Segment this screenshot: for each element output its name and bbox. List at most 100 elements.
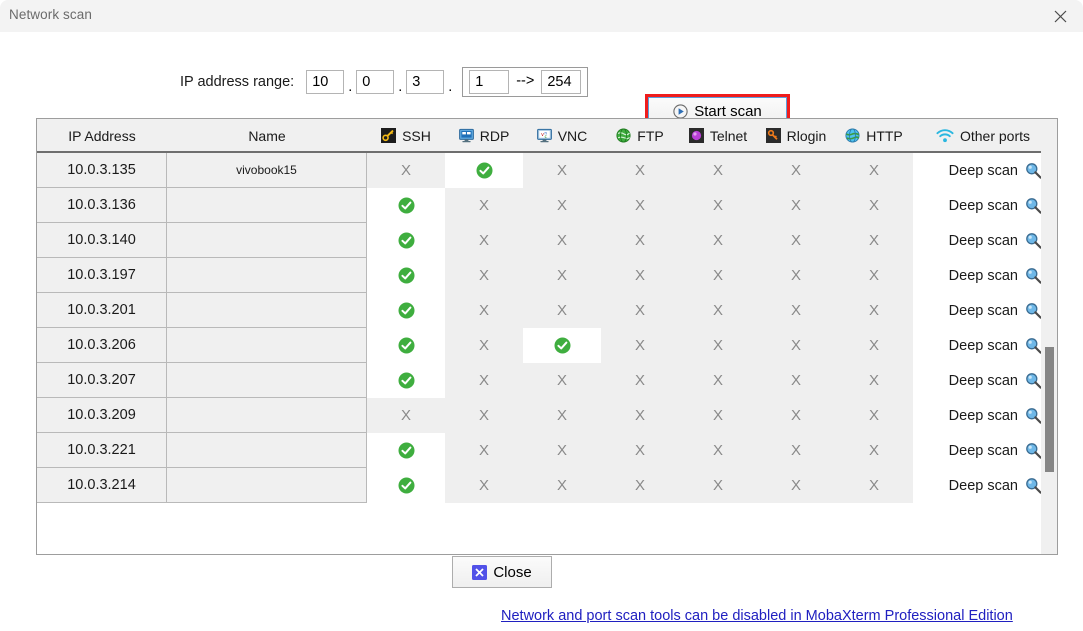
cell-rlogin-status[interactable]: X (757, 258, 835, 293)
cell-ftp-status[interactable]: X (601, 153, 679, 188)
cell-http-status[interactable]: X (835, 468, 913, 503)
cell-telnet-status[interactable]: X (679, 328, 757, 363)
cell-telnet-status[interactable]: X (679, 293, 757, 328)
deep-scan-button[interactable]: Deep scan (913, 293, 1053, 328)
table-row[interactable]: 10.0.3.214XXXXXXXDeep scan (37, 468, 1057, 503)
ip-range-start-input[interactable] (469, 70, 510, 94)
window-close-button[interactable] (1037, 0, 1083, 32)
column-header-other[interactable]: Other ports (913, 119, 1053, 152)
cell-rlogin-status[interactable]: X (757, 363, 835, 398)
column-header-telnet[interactable]: Telnet (679, 119, 757, 152)
deep-scan-button[interactable]: Deep scan (913, 223, 1053, 258)
cell-telnet-status[interactable]: X (679, 153, 757, 188)
table-row[interactable]: 10.0.3.135vivobook15XXXXXXXDeep scan (37, 153, 1057, 188)
table-row[interactable]: 10.0.3.206XXXXXXDeep scan (37, 328, 1057, 363)
cell-vnc-status[interactable]: X (523, 363, 601, 398)
cell-ftp-status[interactable]: X (601, 328, 679, 363)
cell-http-status[interactable]: X (835, 363, 913, 398)
cell-ftp-status[interactable]: X (601, 258, 679, 293)
cell-vnc-status[interactable]: X (523, 153, 601, 188)
column-header-rdp[interactable]: RDP (445, 119, 523, 152)
cell-vnc-status[interactable]: X (523, 398, 601, 433)
cell-http-status[interactable]: X (835, 153, 913, 188)
cell-rdp-status[interactable]: X (445, 398, 523, 433)
table-row[interactable]: 10.0.3.136XXXXXXXDeep scan (37, 188, 1057, 223)
cell-rlogin-status[interactable]: X (757, 433, 835, 468)
cell-ssh-status[interactable] (367, 188, 445, 223)
table-scrollbar-track[interactable] (1041, 119, 1057, 554)
ip-octet-1[interactable] (306, 70, 345, 94)
cell-vnc-status[interactable]: X (523, 293, 601, 328)
table-row[interactable]: 10.0.3.209XXXXXXXXDeep scan (37, 398, 1057, 433)
cell-http-status[interactable]: X (835, 398, 913, 433)
cell-rdp-status[interactable]: X (445, 468, 523, 503)
deep-scan-button[interactable]: Deep scan (913, 188, 1053, 223)
professional-edition-link[interactable]: Network and port scan tools can be disab… (501, 608, 1013, 624)
column-header-http[interactable]: HTTP (835, 119, 913, 152)
table-scrollbar-thumb[interactable] (1045, 347, 1054, 472)
cell-vnc-status[interactable] (523, 328, 601, 363)
deep-scan-button[interactable]: Deep scan (913, 398, 1053, 433)
cell-ssh-status[interactable] (367, 293, 445, 328)
cell-http-status[interactable]: X (835, 188, 913, 223)
cell-http-status[interactable]: X (835, 433, 913, 468)
table-row[interactable]: 10.0.3.207XXXXXXXDeep scan (37, 363, 1057, 398)
cell-ftp-status[interactable]: X (601, 188, 679, 223)
cell-rlogin-status[interactable]: X (757, 293, 835, 328)
deep-scan-button[interactable]: Deep scan (913, 468, 1053, 503)
cell-ssh-status[interactable] (367, 468, 445, 503)
cell-ftp-status[interactable]: X (601, 293, 679, 328)
deep-scan-button[interactable]: Deep scan (913, 433, 1053, 468)
cell-vnc-status[interactable]: X (523, 258, 601, 293)
cell-telnet-status[interactable]: X (679, 363, 757, 398)
deep-scan-button[interactable]: Deep scan (913, 153, 1053, 188)
cell-rlogin-status[interactable]: X (757, 223, 835, 258)
cell-ftp-status[interactable]: X (601, 433, 679, 468)
cell-ssh-status[interactable] (367, 433, 445, 468)
column-header-ssh[interactable]: SSH (367, 119, 445, 152)
ip-octet-3[interactable] (406, 70, 445, 94)
cell-http-status[interactable]: X (835, 328, 913, 363)
cell-http-status[interactable]: X (835, 223, 913, 258)
cell-ftp-status[interactable]: X (601, 223, 679, 258)
cell-ssh-status[interactable]: X (367, 398, 445, 433)
cell-ftp-status[interactable]: X (601, 363, 679, 398)
cell-rdp-status[interactable]: X (445, 328, 523, 363)
cell-rdp-status[interactable]: X (445, 433, 523, 468)
cell-ftp-status[interactable]: X (601, 468, 679, 503)
column-header-rlogin[interactable]: Rlogin (757, 119, 835, 152)
cell-rdp-status[interactable]: X (445, 188, 523, 223)
cell-rdp-status[interactable]: X (445, 223, 523, 258)
table-row[interactable]: 10.0.3.201XXXXXXXDeep scan (37, 293, 1057, 328)
cell-ssh-status[interactable] (367, 223, 445, 258)
cell-telnet-status[interactable]: X (679, 468, 757, 503)
cell-rdp-status[interactable]: X (445, 258, 523, 293)
column-header-ftp[interactable]: FTP (601, 119, 679, 152)
cell-vnc-status[interactable]: X (523, 188, 601, 223)
cell-rlogin-status[interactable]: X (757, 153, 835, 188)
cell-telnet-status[interactable]: X (679, 433, 757, 468)
deep-scan-button[interactable]: Deep scan (913, 328, 1053, 363)
column-header-vnc[interactable]: v n c VNC (523, 119, 601, 152)
deep-scan-button[interactable]: Deep scan (913, 363, 1053, 398)
table-row[interactable]: 10.0.3.197XXXXXXXDeep scan (37, 258, 1057, 293)
cell-vnc-status[interactable]: X (523, 468, 601, 503)
cell-ssh-status[interactable] (367, 328, 445, 363)
cell-ssh-status[interactable] (367, 258, 445, 293)
column-header-ip[interactable]: IP Address (37, 119, 167, 152)
ip-octet-2[interactable] (356, 70, 395, 94)
cell-rlogin-status[interactable]: X (757, 468, 835, 503)
cell-http-status[interactable]: X (835, 293, 913, 328)
table-row[interactable]: 10.0.3.221XXXXXXXDeep scan (37, 433, 1057, 468)
deep-scan-button[interactable]: Deep scan (913, 258, 1053, 293)
cell-ftp-status[interactable]: X (601, 398, 679, 433)
ip-range-end-input[interactable] (541, 70, 582, 94)
column-header-name[interactable]: Name (167, 119, 367, 152)
cell-telnet-status[interactable]: X (679, 398, 757, 433)
cell-ssh-status[interactable] (367, 363, 445, 398)
cell-vnc-status[interactable]: X (523, 433, 601, 468)
cell-telnet-status[interactable]: X (679, 223, 757, 258)
cell-rdp-status[interactable]: X (445, 293, 523, 328)
cell-http-status[interactable]: X (835, 258, 913, 293)
cell-rdp-status[interactable]: X (445, 363, 523, 398)
